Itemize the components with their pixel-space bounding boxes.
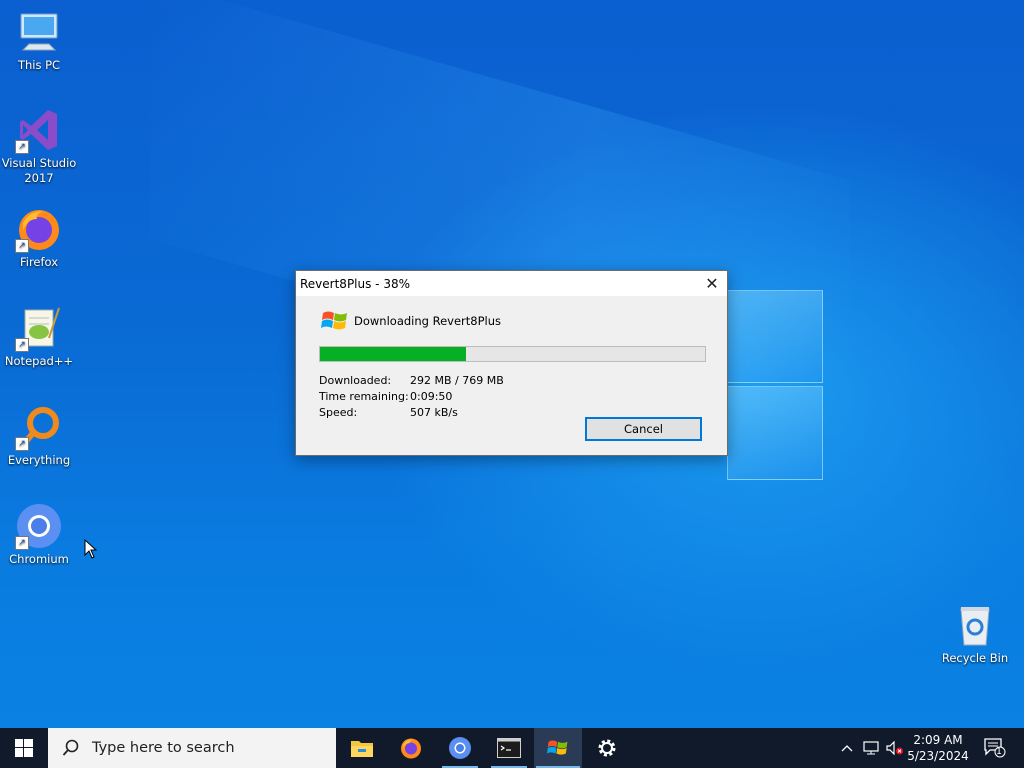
shortcut-arrow-icon: ↗: [15, 338, 29, 352]
everything-icon: ↗: [15, 403, 63, 451]
info-row-time-remaining: Time remaining: 0:09:50: [319, 388, 504, 404]
action-center-button[interactable]: 1: [980, 728, 1010, 768]
firefox-icon: ↗: [15, 205, 63, 253]
download-info: Downloaded: 292 MB / 769 MB Time remaini…: [319, 372, 504, 420]
shortcut-arrow-icon: ↗: [15, 437, 29, 451]
desktop-icon-label: Everything: [7, 453, 71, 467]
notification-count-badge: 1: [996, 747, 1002, 757]
info-value: 0:09:50: [410, 389, 453, 403]
desktop-icon-chromium[interactable]: ↗ Chromium: [0, 502, 78, 567]
cancel-button[interactable]: Cancel: [585, 417, 702, 441]
search-box[interactable]: Type here to search: [48, 728, 336, 768]
windows-flag-icon: [547, 740, 568, 755]
info-value: 292 MB / 769 MB: [410, 373, 504, 387]
settings-icon: [598, 739, 616, 757]
windows-logo-pane: [727, 386, 823, 480]
visual-studio-icon: ↗: [15, 106, 63, 154]
shortcut-arrow-icon: ↗: [15, 239, 29, 253]
info-row-speed: Speed: 507 kB/s: [319, 404, 504, 420]
taskbar-revert8plus[interactable]: [534, 728, 582, 768]
windows-flag-icon: [321, 311, 347, 330]
recycle-bin-icon: [951, 601, 999, 649]
taskbar-settings[interactable]: [583, 728, 631, 768]
taskbar-firefox[interactable]: [387, 728, 435, 768]
shortcut-arrow-icon: ↗: [15, 140, 29, 154]
desktop-icon-everything[interactable]: ↗ Everything: [0, 403, 78, 468]
download-dialog: Revert8Plus - 38% ✕ Downloading Revert8P…: [295, 270, 728, 456]
desktop-icon-label: Chromium: [9, 552, 69, 566]
info-key: Downloaded:: [319, 373, 392, 387]
clock-time: 2:09 AM: [913, 733, 963, 747]
close-icon[interactable]: ✕: [697, 271, 727, 296]
taskbar-file-explorer[interactable]: [338, 728, 386, 768]
info-key: Speed:: [319, 405, 358, 419]
mouse-cursor-icon: [84, 538, 98, 563]
shortcut-arrow-icon: ↗: [15, 536, 29, 550]
desktop-icon-firefox[interactable]: ↗ Firefox: [0, 205, 78, 270]
taskbar: Type here to search 2:09 AM 5/23/2024 1: [0, 728, 1024, 768]
dialog-header-label: Downloading Revert8Plus: [354, 314, 501, 328]
chromium-icon: [449, 737, 471, 759]
firefox-icon: [401, 738, 421, 759]
download-progress-bar: [319, 346, 706, 362]
tray-network[interactable]: [860, 728, 882, 768]
search-placeholder: Type here to search: [92, 740, 235, 756]
info-key: Time remaining:: [319, 389, 409, 403]
clock-date: 5/23/2024: [907, 749, 969, 763]
start-button[interactable]: [0, 728, 48, 768]
tray-show-hidden[interactable]: [836, 728, 858, 768]
info-value: 507 kB/s: [410, 405, 458, 419]
desktop-icon-label: Visual Studio 2017: [1, 156, 77, 185]
network-icon: [863, 741, 879, 755]
desktop-icon-label: Firefox: [19, 255, 59, 269]
desktop-icon-recycle-bin[interactable]: Recycle Bin: [936, 601, 1014, 666]
desktop-icon-label: Recycle Bin: [941, 651, 1009, 665]
notepadpp-icon: ↗: [15, 304, 63, 352]
download-progress-fill: [320, 347, 467, 361]
desktop-icon-visual-studio[interactable]: ↗ Visual Studio 2017: [0, 106, 78, 186]
terminal-icon: [497, 738, 521, 758]
desktop-icon-label: This PC: [17, 58, 61, 72]
clock[interactable]: 2:09 AM 5/23/2024: [900, 732, 976, 764]
taskbar-chromium[interactable]: [436, 728, 484, 768]
windows-logo-pane: [727, 290, 823, 383]
desktop-icon-label: Notepad++: [4, 354, 74, 368]
search-icon: [62, 739, 79, 756]
chevron-up-icon: [841, 745, 853, 752]
dialog-title: Revert8Plus - 38%: [300, 276, 410, 291]
taskbar-terminal[interactable]: [485, 728, 533, 768]
windows-start-icon: [15, 739, 33, 757]
dialog-titlebar[interactable]: Revert8Plus - 38% ✕: [296, 271, 727, 296]
file-explorer-icon: [351, 741, 373, 757]
desktop-icon-notepadpp[interactable]: ↗ Notepad++: [0, 304, 78, 369]
desktop-icon-this-pc[interactable]: This PC: [0, 8, 78, 73]
this-pc-icon: [15, 8, 63, 56]
info-row-downloaded: Downloaded: 292 MB / 769 MB: [319, 372, 504, 388]
chromium-icon: ↗: [15, 502, 63, 550]
dialog-header: Downloading Revert8Plus: [320, 307, 501, 335]
desktop[interactable]: This PC ↗ Visual Studio 2017 ↗ Firefox ↗…: [0, 0, 1024, 728]
